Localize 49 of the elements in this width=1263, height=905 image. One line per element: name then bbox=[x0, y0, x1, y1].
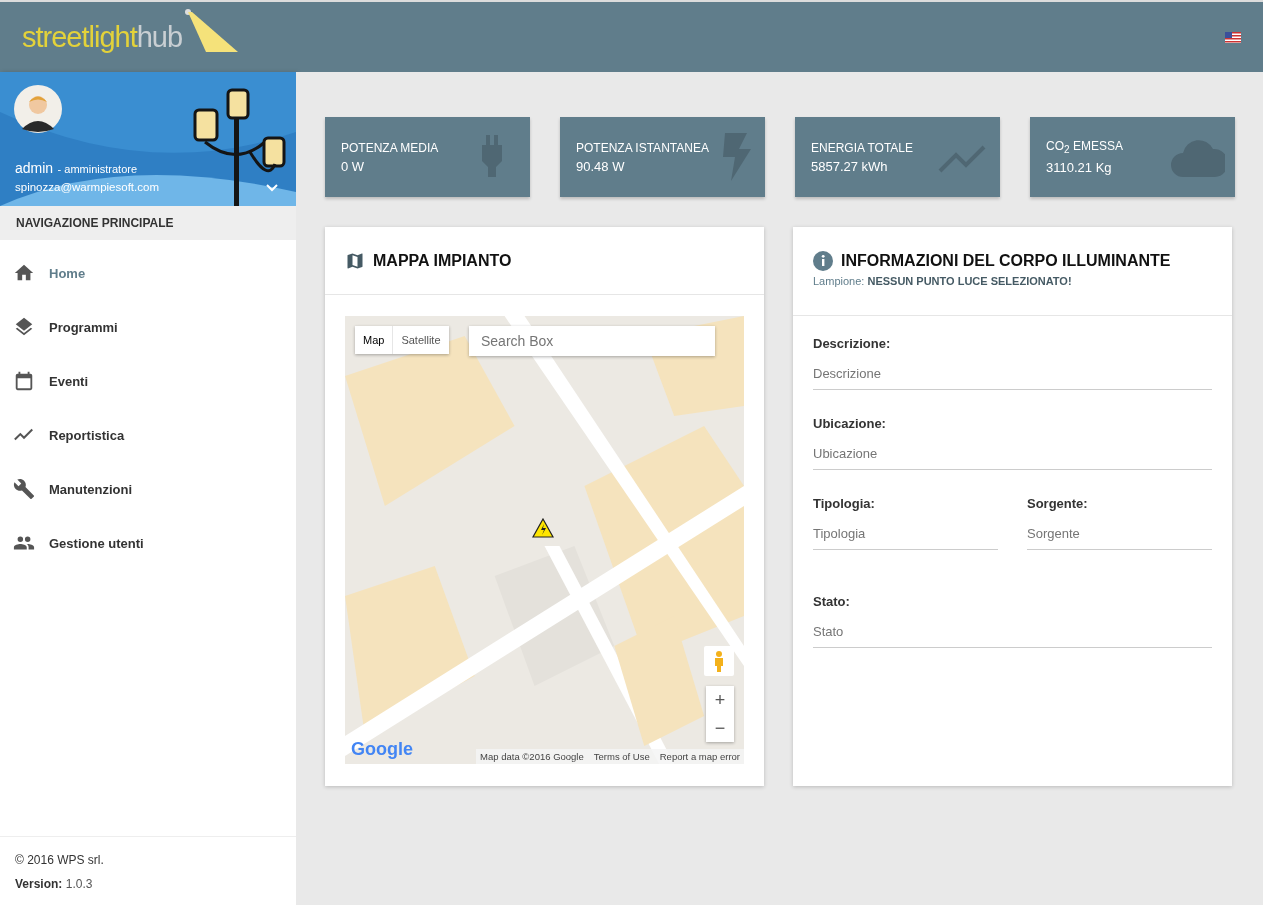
map-type-button[interactable]: Map bbox=[355, 326, 394, 354]
map-attribution: Map data ©2016 Google bbox=[480, 751, 584, 762]
field-label: Stato: bbox=[813, 594, 851, 609]
nav-item[interactable]: Gestione utenti bbox=[0, 516, 296, 570]
chevron-down-icon[interactable] bbox=[266, 184, 278, 192]
calendar-icon bbox=[13, 370, 35, 392]
copyright-text: © 2016 WPS srl. bbox=[15, 853, 105, 867]
field-label: Ubicazione: bbox=[813, 416, 887, 431]
info-icon bbox=[813, 251, 833, 271]
version-label: Version: bbox=[15, 877, 63, 891]
map-type-button[interactable]: Satellite bbox=[393, 326, 449, 354]
user-email: spinozza@warmpiesoft.com bbox=[15, 181, 159, 193]
field-label: Sorgente: bbox=[1027, 496, 1089, 511]
section-heading: NAVIGAZIONE PRINCIPALE bbox=[0, 206, 296, 240]
nav-item[interactable]: Programmi bbox=[0, 300, 296, 354]
logo-text: streetlight bbox=[22, 23, 137, 55]
nav-item[interactable]: Eventi bbox=[0, 354, 296, 408]
stat-title: POTENZA ISTANTANEA bbox=[576, 140, 709, 155]
search-field[interactable]: Search Box bbox=[469, 326, 715, 356]
field-label: Descrizione: bbox=[813, 336, 892, 351]
avatar bbox=[14, 85, 62, 133]
user-name: admin bbox=[15, 160, 54, 176]
stat-title: ENERGIA TOTALE bbox=[811, 140, 914, 155]
map-logo: Google bbox=[351, 739, 413, 760]
panel-title: INFORMAZIONI DEL CORPO ILLUMINANTE bbox=[841, 252, 1171, 270]
logo-text: hub bbox=[136, 23, 183, 55]
user-role: - amministratore bbox=[57, 163, 138, 175]
stat-value: 5857.27 kWh bbox=[811, 158, 889, 174]
flag-icon[interactable] bbox=[1225, 31, 1241, 43]
stat-title: POTENZA MEDIA bbox=[341, 140, 439, 155]
nav-item[interactable]: Home bbox=[0, 246, 296, 300]
wrench-icon bbox=[13, 478, 35, 500]
nav-item[interactable]: Manutenzioni bbox=[0, 462, 296, 516]
warning-marker-icon[interactable] bbox=[532, 518, 554, 538]
version-number: 1.0.3 bbox=[65, 877, 93, 891]
map-link[interactable]: Report a map error bbox=[659, 751, 740, 762]
map-link[interactable]: Terms of Use bbox=[593, 751, 650, 762]
zoom-in-button[interactable]: + bbox=[706, 686, 734, 714]
zoom-out-button[interactable]: − bbox=[706, 714, 734, 742]
stat-title: CO$_{2}$ EMESSA bbox=[1046, 139, 1123, 156]
stat-value: 90.48 W bbox=[576, 158, 626, 174]
field-label: Tipologia: bbox=[813, 496, 876, 511]
layers-icon bbox=[13, 316, 35, 338]
subtitle-value: NESSUN PUNTO LUCE SELEZIONATO! bbox=[867, 275, 1072, 287]
subtitle-label: Lampione: bbox=[813, 275, 865, 287]
nav-item[interactable]: Reportistica bbox=[0, 408, 296, 462]
panel-title: MAPPA IMPIANTO bbox=[373, 251, 512, 270]
stat-value: 3110.21 Kg bbox=[1046, 159, 1113, 175]
stat-value: 0 W bbox=[341, 158, 366, 174]
